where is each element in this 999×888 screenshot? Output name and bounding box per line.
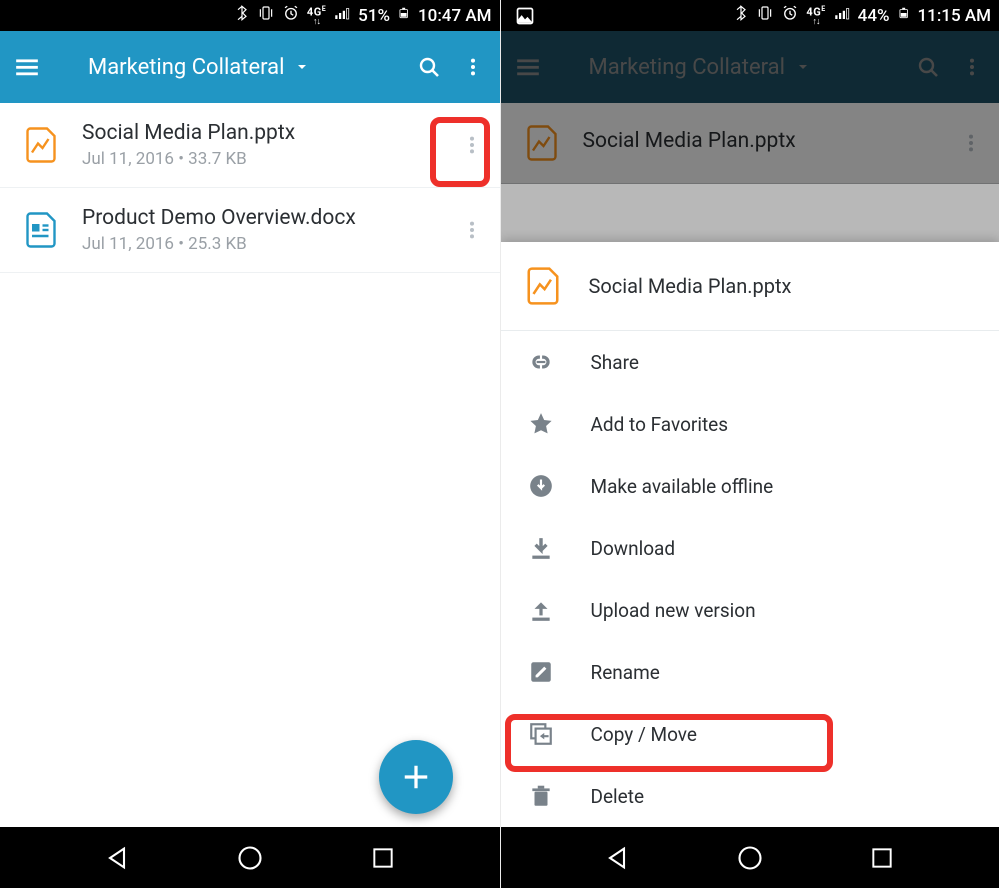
sheet-item-download[interactable]: Download — [501, 517, 999, 579]
battery-percent: 44% — [858, 6, 890, 26]
hamburger-icon[interactable] — [14, 54, 40, 80]
clock-time: 11:15 AM — [918, 6, 992, 26]
bottom-action-sheet: Social Media Plan.pptx Share Add to Favo… — [501, 242, 999, 827]
link-icon — [527, 348, 555, 376]
star-icon — [527, 410, 555, 438]
nav-back-button[interactable] — [601, 842, 633, 874]
android-nav-bar — [501, 827, 999, 888]
sheet-item-delete[interactable]: Delete — [501, 765, 999, 827]
rename-icon — [527, 658, 555, 686]
chevron-down-icon — [294, 59, 310, 75]
offline-icon — [527, 472, 555, 500]
network-lte-icon: 4GE↑↓ — [307, 4, 326, 28]
sheet-item-label: Rename — [591, 661, 660, 684]
sheet-file-title: Social Media Plan.pptx — [589, 274, 792, 298]
alarm-icon — [781, 4, 799, 27]
screen-file-list: 4GE↑↓ 51% 10:47 AM Marketing Collateral … — [0, 0, 500, 888]
vibrate-icon — [257, 4, 275, 27]
fab-add-button[interactable] — [379, 740, 453, 814]
sheet-item-label: Copy / Move — [591, 723, 697, 746]
copy-move-icon — [527, 720, 555, 748]
sheet-item-favorite[interactable]: Add to Favorites — [501, 393, 999, 455]
nav-home-button[interactable] — [734, 842, 766, 874]
image-notification-icon — [509, 6, 535, 26]
alarm-icon — [282, 4, 300, 27]
sheet-item-share[interactable]: Share — [501, 331, 999, 393]
file-meta-label: Jul 11, 2016 • 25.3 KB — [82, 234, 436, 254]
sheet-item-label: Upload new version — [591, 599, 756, 622]
android-nav-bar — [0, 827, 500, 888]
sheet-item-label: Download — [591, 537, 676, 560]
docx-file-icon — [22, 208, 60, 252]
sheet-item-upload[interactable]: Upload new version — [501, 579, 999, 641]
status-bar: 4GE↑↓ 51% 10:47 AM — [0, 0, 500, 31]
bluetooth-icon — [234, 4, 250, 27]
vibrate-icon — [756, 4, 774, 27]
file-meta-label: Jul 11, 2016 • 33.7 KB — [82, 149, 436, 169]
file-row-menu-button[interactable] — [458, 134, 486, 156]
sheet-item-label: Make available offline — [591, 475, 774, 498]
sheet-item-offline[interactable]: Make available offline — [501, 455, 999, 517]
pptx-file-icon — [523, 264, 563, 308]
delete-icon — [527, 782, 555, 810]
upload-icon — [527, 596, 555, 624]
clock-time: 10:47 AM — [418, 6, 492, 26]
search-button[interactable] — [416, 54, 442, 80]
bluetooth-icon — [733, 4, 749, 27]
nav-recent-button[interactable] — [866, 842, 898, 874]
overflow-menu-button[interactable] — [460, 54, 486, 80]
file-list: Social Media Plan.pptx Jul 11, 2016 • 33… — [0, 103, 500, 827]
status-bar: 4GE↑↓ 44% 11:15 AM — [501, 0, 999, 31]
app-bar: Marketing Collateral — [0, 31, 500, 103]
screen-action-sheet: 4GE↑↓ 44% 11:15 AM Marketing Collateral … — [500, 0, 999, 888]
sheet-item-rename[interactable]: Rename — [501, 641, 999, 703]
sheet-item-label: Delete — [591, 785, 645, 808]
battery-percent: 51% — [358, 6, 390, 26]
battery-icon — [897, 3, 911, 28]
sheet-item-label: Share — [591, 351, 639, 374]
nav-back-button[interactable] — [101, 842, 133, 874]
file-row[interactable]: Product Demo Overview.docx Jul 11, 2016 … — [0, 188, 500, 273]
sheet-item-label: Add to Favorites — [591, 413, 729, 436]
download-icon — [527, 534, 555, 562]
folder-title-label: Marketing Collateral — [88, 55, 284, 80]
file-name-label: Product Demo Overview.docx — [82, 206, 436, 230]
nav-recent-button[interactable] — [367, 842, 399, 874]
sheet-item-copy-move[interactable]: Copy / Move — [501, 703, 999, 765]
file-name-label: Social Media Plan.pptx — [82, 121, 436, 145]
network-lte-icon: 4GE↑↓ — [806, 4, 825, 28]
signal-icon — [833, 4, 851, 27]
nav-home-button[interactable] — [234, 842, 266, 874]
pptx-file-icon — [22, 123, 60, 167]
file-row-menu-button[interactable] — [458, 219, 486, 241]
battery-icon — [397, 3, 411, 28]
signal-icon — [333, 4, 351, 27]
file-row[interactable]: Social Media Plan.pptx Jul 11, 2016 • 33… — [0, 103, 500, 188]
folder-title-dropdown[interactable]: Marketing Collateral — [58, 55, 398, 80]
sheet-header: Social Media Plan.pptx — [501, 242, 999, 331]
